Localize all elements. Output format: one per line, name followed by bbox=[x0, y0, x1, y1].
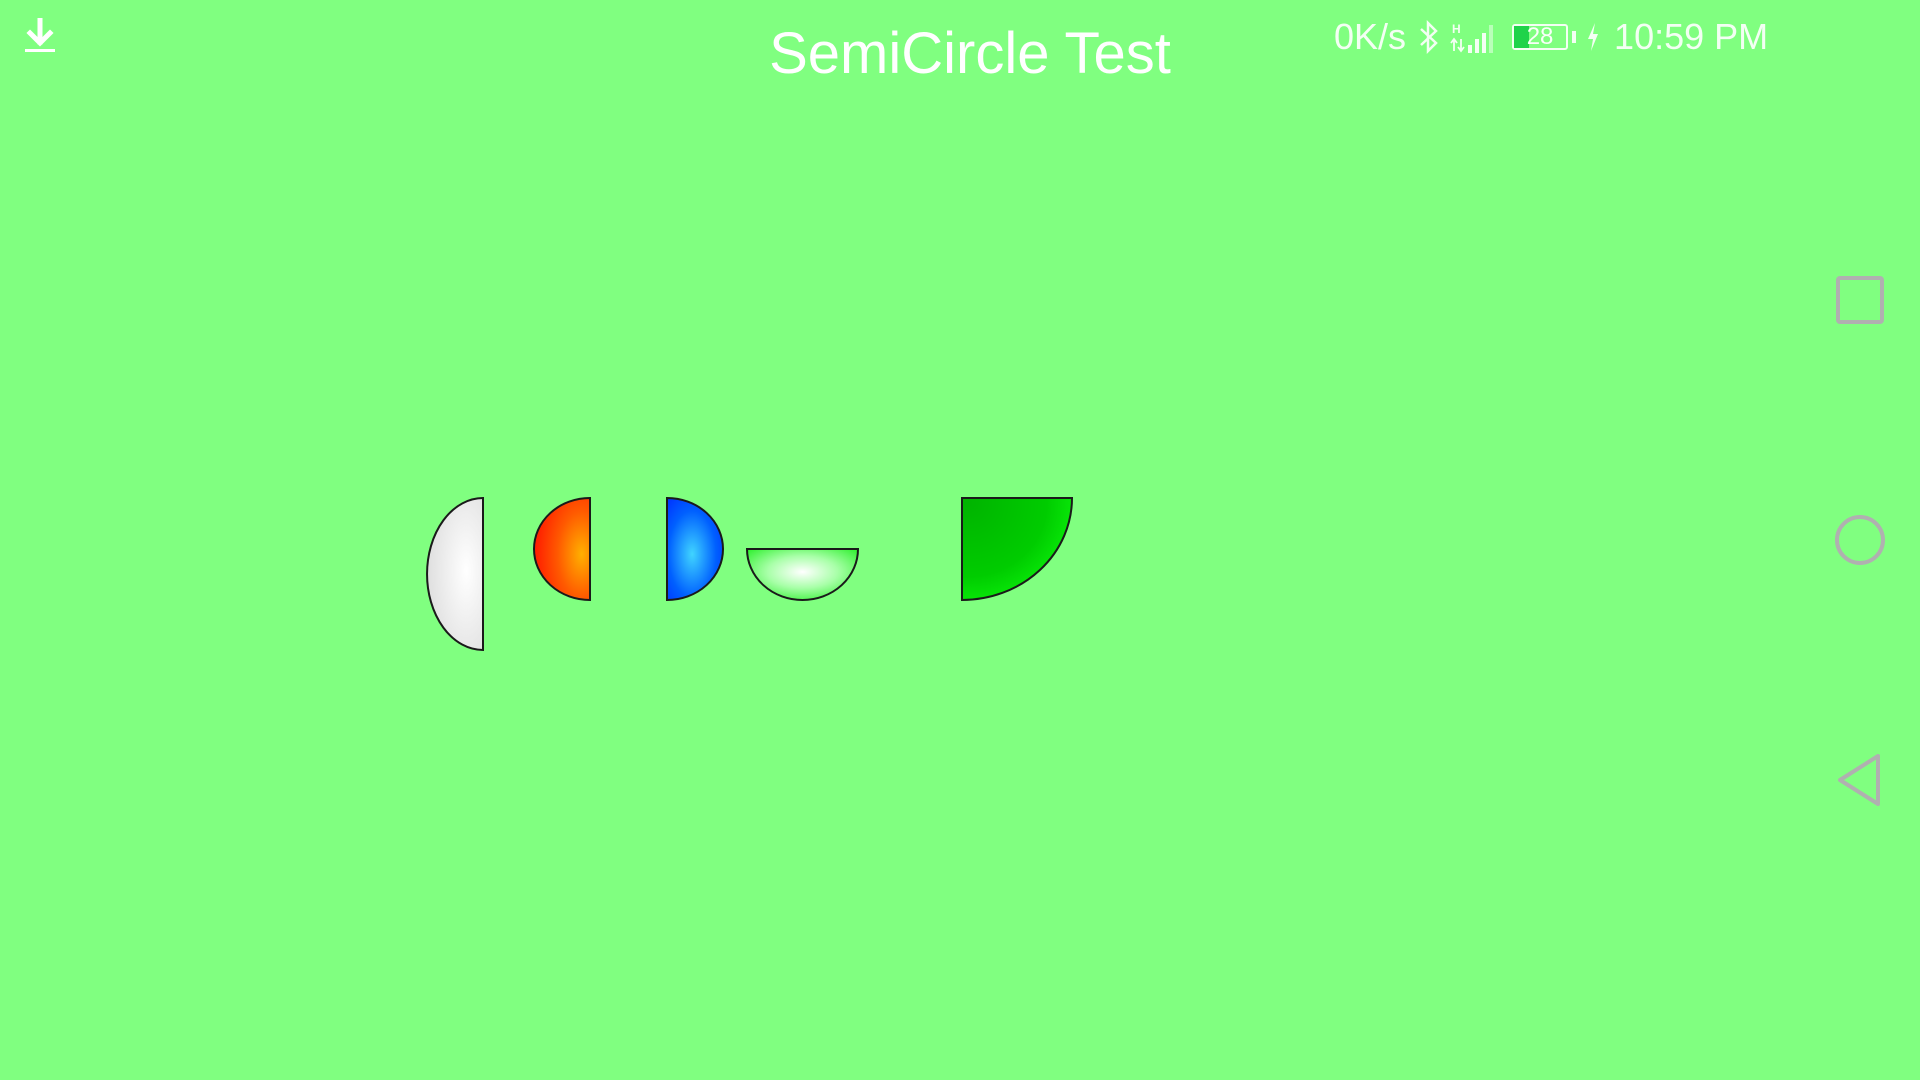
back-icon[interactable] bbox=[1832, 752, 1888, 808]
recent-apps-icon[interactable] bbox=[1832, 272, 1888, 328]
home-icon[interactable] bbox=[1832, 512, 1888, 568]
drawing-canvas bbox=[426, 496, 1074, 652]
semicircle-red bbox=[533, 496, 591, 602]
semicircle-light-green bbox=[745, 548, 860, 601]
semicircle-blue bbox=[666, 496, 724, 602]
navigation-bar bbox=[1800, 0, 1920, 1080]
quarter-circle-green bbox=[961, 497, 1074, 602]
semicircle-white bbox=[426, 496, 484, 652]
